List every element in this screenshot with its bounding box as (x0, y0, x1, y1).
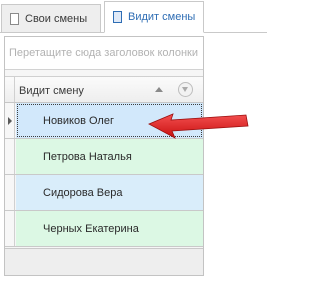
grid-rows: Новиков Олег Петрова Наталья Сидорова Ве… (5, 103, 203, 247)
table-cell[interactable]: Сидорова Вера (16, 175, 203, 210)
row-indicator (5, 103, 15, 138)
data-grid: Перетащите сюда заголовок колонки Видит … (4, 36, 204, 276)
tab-strip: Свои смены Видит смены (0, 0, 267, 36)
row-indicator (5, 175, 15, 210)
table-icon (113, 11, 122, 23)
filter-icon[interactable] (178, 82, 193, 97)
row-indicator (5, 211, 15, 246)
table-icon (10, 13, 19, 25)
table-row[interactable]: Новиков Олег (5, 103, 203, 139)
grid-footer (5, 248, 203, 275)
tab-label: Видит смены (128, 11, 196, 23)
table-cell[interactable]: Черных Екатерина (16, 211, 203, 246)
table-row[interactable]: Черных Екатерина (5, 211, 203, 247)
tab-sees-shifts[interactable]: Видит смены (104, 1, 204, 33)
group-by-panel[interactable]: Перетащите сюда заголовок колонки (5, 37, 203, 70)
row-indicator (5, 139, 15, 174)
header-indicator-cell (5, 77, 15, 102)
tab-label: Свои смены (25, 13, 88, 25)
current-row-arrow-icon (8, 117, 12, 125)
column-header-sees-shift[interactable]: Видит смену (19, 85, 84, 97)
table-cell[interactable]: Новиков Олег (16, 103, 203, 138)
sort-ascending-icon[interactable] (155, 87, 163, 92)
table-cell[interactable]: Петрова Наталья (16, 139, 203, 174)
table-row[interactable]: Сидорова Вера (5, 175, 203, 211)
tab-own-shifts[interactable]: Свои смены (1, 4, 101, 33)
table-row[interactable]: Петрова Наталья (5, 139, 203, 175)
column-header-row: Видит смену (5, 76, 203, 103)
